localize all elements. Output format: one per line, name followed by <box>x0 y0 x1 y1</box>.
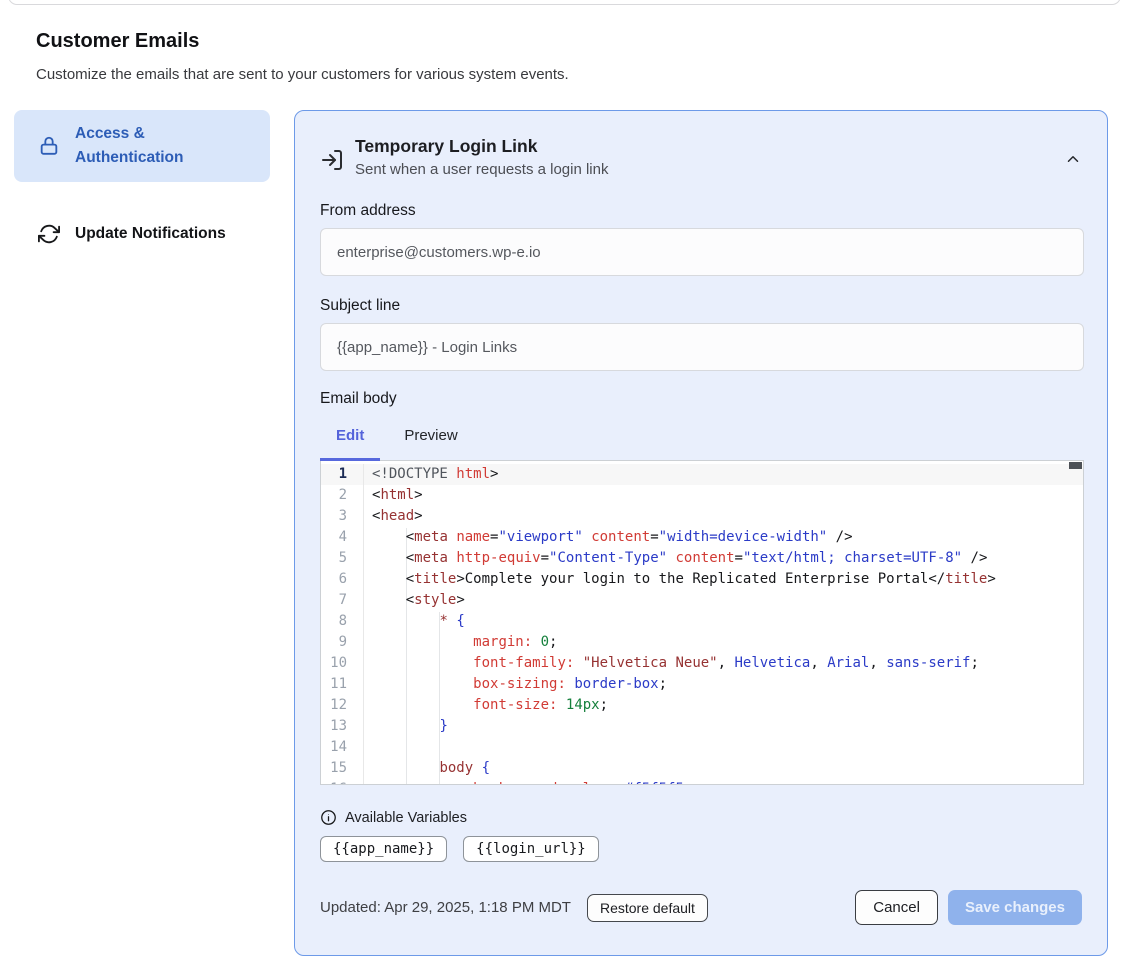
line-number: 1 <box>321 464 364 485</box>
temporary-login-link-panel: Temporary Login Link Sent when a user re… <box>294 110 1108 956</box>
line-number: 10 <box>321 653 364 674</box>
panel-title: Temporary Login Link <box>355 136 608 157</box>
code-line[interactable]: 11 box-sizing: border-box; <box>321 674 1083 695</box>
code-line[interactable]: 15 body { <box>321 758 1083 779</box>
line-number: 11 <box>321 674 364 695</box>
sidebar-item-update-notifications[interactable]: Update Notifications <box>14 206 270 262</box>
email-types-sidebar: Access & Authentication Update Notificat… <box>14 110 270 262</box>
panel-subtitle: Sent when a user requests a login link <box>355 161 608 178</box>
line-number: 15 <box>321 758 364 779</box>
line-number: 3 <box>321 506 364 527</box>
variable-chip-login-url[interactable]: {{login_url}} <box>463 836 599 862</box>
line-number: 13 <box>321 716 364 737</box>
variable-chip-app-name[interactable]: {{app_name}} <box>320 836 447 862</box>
sidebar-item-label: Access & Authentication <box>75 122 207 170</box>
line-number: 9 <box>321 632 364 653</box>
sidebar-item-label: Update Notifications <box>75 222 226 246</box>
subject-line-input[interactable] <box>320 323 1084 371</box>
tab-edit[interactable]: Edit <box>320 421 380 450</box>
code-lines: 1<!DOCTYPE html>2<html>3<head>4 <meta na… <box>321 461 1083 785</box>
subject-line-label: Subject line <box>320 297 1082 315</box>
code-line[interactable]: 7 <style> <box>321 590 1083 611</box>
line-number: 6 <box>321 569 364 590</box>
available-variables-label: Available Variables <box>345 810 467 826</box>
code-line[interactable]: 16 background-color: #f5f5f5; <box>321 779 1083 785</box>
code-editor-wrap: 1<!DOCTYPE html>2<html>3<head>4 <meta na… <box>320 460 1082 785</box>
line-number: 2 <box>321 485 364 506</box>
available-variables-row: Available Variables <box>320 809 1082 826</box>
save-changes-button[interactable]: Save changes <box>948 890 1082 925</box>
updated-timestamp: Updated: Apr 29, 2025, 1:18 PM MDT <box>320 899 571 916</box>
previous-card-bottom-edge <box>8 0 1121 5</box>
line-number: 5 <box>321 548 364 569</box>
restore-default-button[interactable]: Restore default <box>587 894 708 922</box>
lock-icon <box>38 135 60 157</box>
line-number: 7 <box>321 590 364 611</box>
code-line[interactable]: 9 margin: 0; <box>321 632 1083 653</box>
chevron-up-icon[interactable] <box>1064 150 1082 168</box>
line-number: 16 <box>321 779 364 785</box>
sidebar-item-access-authentication[interactable]: Access & Authentication <box>14 110 270 182</box>
code-line[interactable]: 5 <meta http-equiv="Content-Type" conten… <box>321 548 1083 569</box>
code-editor[interactable]: 1<!DOCTYPE html>2<html>3<head>4 <meta na… <box>320 460 1084 785</box>
email-body-tabs: Edit Preview <box>320 421 1082 450</box>
refresh-icon <box>38 223 60 245</box>
cancel-button[interactable]: Cancel <box>855 890 938 925</box>
tab-preview[interactable]: Preview <box>388 421 473 450</box>
info-icon <box>320 809 337 826</box>
code-line[interactable]: 10 font-family: "Helvetica Neue", Helvet… <box>321 653 1083 674</box>
variable-chips: {{app_name}} {{login_url}} <box>320 836 1082 862</box>
code-line[interactable]: 8 * { <box>321 611 1083 632</box>
code-line[interactable]: 2<html> <box>321 485 1083 506</box>
line-number: 12 <box>321 695 364 716</box>
code-line[interactable]: 12 font-size: 14px; <box>321 695 1083 716</box>
editor-scrollbar-thumb[interactable] <box>1069 462 1082 469</box>
panel-header: Temporary Login Link Sent when a user re… <box>320 136 1082 178</box>
line-number: 8 <box>321 611 364 632</box>
panel-header-text: Temporary Login Link Sent when a user re… <box>355 136 608 178</box>
line-number: 14 <box>321 737 364 758</box>
from-address-label: From address <box>320 202 1082 220</box>
code-line[interactable]: 14 <box>321 737 1083 758</box>
panel-footer: Updated: Apr 29, 2025, 1:18 PM MDT Resto… <box>320 890 1082 925</box>
code-line[interactable]: 3<head> <box>321 506 1083 527</box>
code-line[interactable]: 1<!DOCTYPE html> <box>321 464 1083 485</box>
code-line[interactable]: 13 } <box>321 716 1083 737</box>
active-tab-indicator <box>320 458 380 461</box>
email-body-label: Email body <box>320 390 1082 408</box>
code-line[interactable]: 4 <meta name="viewport" content="width=d… <box>321 527 1083 548</box>
login-arrow-icon <box>320 148 344 172</box>
from-address-input[interactable] <box>320 228 1084 276</box>
code-line[interactable]: 6 <title>Complete your login to the Repl… <box>321 569 1083 590</box>
page-title: Customer Emails <box>36 30 199 53</box>
page-subtitle: Customize the emails that are sent to yo… <box>36 66 569 83</box>
line-number: 4 <box>321 527 364 548</box>
